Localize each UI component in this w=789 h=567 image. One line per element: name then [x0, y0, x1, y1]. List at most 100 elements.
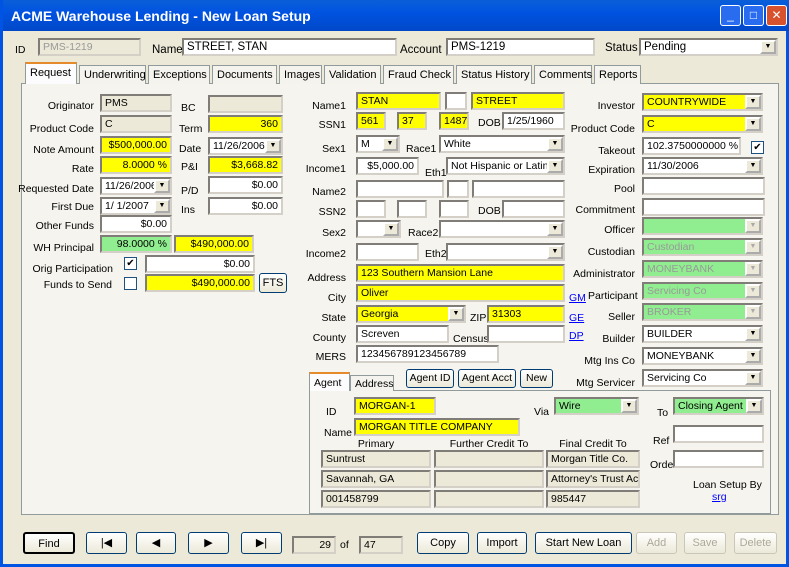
chevron-down-icon[interactable]: ▼	[745, 240, 761, 254]
ssn2-part2-field[interactable]	[397, 200, 427, 218]
administrator-select[interactable]: MONEYBANK ▼	[642, 260, 763, 278]
further-credit-bank-field[interactable]	[434, 450, 544, 468]
final-credit-number-field[interactable]: 985447	[546, 490, 640, 508]
chevron-down-icon[interactable]: ▼	[745, 95, 761, 109]
previous-record-button[interactable]: ◀	[136, 532, 176, 554]
wh-principal-amount-field[interactable]: $490,000.00	[174, 235, 254, 253]
last-record-button[interactable]: ▶|	[241, 532, 282, 554]
agent-id-field[interactable]: MORGAN-1	[354, 397, 436, 415]
takeout-checkbox[interactable]: ✔	[751, 141, 764, 154]
chevron-down-icon[interactable]: ▼	[547, 222, 563, 236]
chevron-down-icon[interactable]: ▼	[547, 245, 563, 259]
chevron-down-icon[interactable]: ▼	[621, 399, 637, 413]
funds-to-send-field[interactable]: $490,000.00	[145, 274, 255, 292]
first-due-picker[interactable]: 1/ 1/2007 ▼	[100, 197, 172, 215]
date-picker[interactable]: 11/26/2006 ▼	[208, 137, 283, 155]
primary-number-field[interactable]: 001458799	[321, 490, 431, 508]
zip-field[interactable]: 31303	[487, 305, 565, 323]
pool-field[interactable]	[642, 177, 765, 195]
chevron-down-icon[interactable]: ▼	[745, 284, 761, 298]
middle-initial1-field[interactable]	[445, 92, 467, 110]
census-field[interactable]	[487, 325, 565, 343]
record-number-field[interactable]: 29	[292, 536, 336, 554]
requested-date-picker[interactable]: 11/26/2006 ▼	[100, 177, 172, 195]
race2-select[interactable]: ▼	[439, 220, 565, 238]
chevron-down-icon[interactable]: ▼	[383, 222, 399, 236]
maximize-icon[interactable]: □	[743, 5, 764, 26]
chevron-down-icon[interactable]: ▼	[547, 159, 563, 173]
tab-agent[interactable]: Agent	[309, 372, 350, 391]
primary-bank-field[interactable]: Suntrust	[321, 450, 431, 468]
sex1-select[interactable]: M ▼	[356, 135, 400, 153]
pd-field[interactable]: $0.00	[208, 176, 283, 194]
dob1-field[interactable]: 1/25/1960	[502, 112, 565, 130]
close-icon[interactable]: ✕	[766, 5, 787, 26]
income1-field[interactable]: $5,000.00	[356, 157, 419, 175]
first-name2-field[interactable]	[356, 180, 444, 198]
orig-participation-field[interactable]: $0.00	[145, 255, 255, 273]
final-credit-account-name-field[interactable]: Attorney's Trust Acco	[546, 470, 640, 488]
further-credit-number-field[interactable]	[434, 490, 544, 508]
chevron-down-icon[interactable]: ▼	[745, 262, 761, 276]
tab-documents[interactable]: Documents	[212, 65, 277, 84]
chevron-down-icon[interactable]: ▼	[448, 307, 464, 321]
chevron-down-icon[interactable]: ▼	[746, 399, 762, 413]
builder-select[interactable]: BUILDER ▼	[642, 325, 763, 343]
mtg-servicer-select[interactable]: Servicing Co ▼	[642, 369, 763, 387]
term-field[interactable]: 360	[208, 115, 283, 133]
copy-button[interactable]: Copy	[417, 532, 469, 554]
agent-name-field[interactable]: MORGAN TITLE COMPANY	[354, 418, 520, 436]
investor-select[interactable]: COUNTRYWIDE ▼	[642, 93, 763, 111]
ins-field[interactable]: $0.00	[208, 197, 283, 215]
last-name1-field[interactable]: STREET	[471, 92, 565, 110]
chevron-down-icon[interactable]: ▼	[745, 159, 761, 173]
tab-underwriting[interactable]: Underwriting	[79, 65, 146, 84]
ssn2-part3-field[interactable]	[439, 200, 469, 218]
ssn1-part3-field[interactable]: 1487	[439, 112, 469, 130]
agent-id-button[interactable]: Agent ID	[406, 369, 454, 388]
tab-address[interactable]: Address	[350, 375, 394, 391]
ref-field[interactable]	[673, 425, 764, 443]
chevron-down-icon[interactable]: ▼	[154, 179, 170, 193]
seller-select[interactable]: BROKER ▼	[642, 303, 763, 321]
chevron-down-icon[interactable]: ▼	[154, 199, 170, 213]
pi-field[interactable]: $3,668.82	[208, 156, 283, 174]
chevron-down-icon[interactable]: ▼	[760, 40, 776, 54]
tab-status-history[interactable]: Status History	[456, 65, 532, 84]
takeout-field[interactable]: 102.3750000000 %	[642, 137, 741, 155]
other-funds-field[interactable]: $0.00	[100, 215, 172, 233]
bc-field[interactable]	[208, 95, 283, 113]
order-field[interactable]	[673, 450, 764, 468]
chevron-down-icon[interactable]: ▼	[745, 219, 761, 233]
chevron-down-icon[interactable]: ▼	[265, 139, 281, 153]
custodian-select[interactable]: Custodian ▼	[642, 238, 763, 256]
new-agent-button[interactable]: New	[520, 369, 553, 388]
chevron-down-icon[interactable]: ▼	[547, 137, 563, 151]
ssn1-part1-field[interactable]: 561	[356, 112, 386, 130]
first-record-button[interactable]: |◀	[86, 532, 127, 554]
chevron-down-icon[interactable]: ▼	[745, 327, 761, 341]
add-button[interactable]: Add	[636, 532, 677, 554]
county-field[interactable]: Screven	[356, 325, 449, 343]
dp-link[interactable]: DP	[569, 330, 584, 342]
eth2-select[interactable]: ▼	[446, 243, 565, 261]
chevron-down-icon[interactable]: ▼	[382, 137, 398, 151]
primary-city-field[interactable]: Savannah, GA	[321, 470, 431, 488]
investor-product-code-select[interactable]: C ▼	[642, 115, 763, 133]
state-select[interactable]: Georgia ▼	[356, 305, 466, 323]
last-name2-field[interactable]	[472, 180, 565, 198]
expiration-picker[interactable]: 11/30/2006 ▼	[642, 157, 763, 175]
delete-button[interactable]: Delete	[734, 532, 777, 554]
final-credit-bank-field[interactable]: Morgan Title Co.	[546, 450, 640, 468]
sex2-select[interactable]: ▼	[356, 220, 401, 238]
ge-link[interactable]: GE	[569, 312, 584, 324]
address-field[interactable]: 123 Southern Mansion Lane	[356, 264, 565, 282]
save-button[interactable]: Save	[684, 532, 726, 554]
funds-to-send-checkbox[interactable]	[124, 277, 137, 290]
middle-initial2-field[interactable]	[447, 180, 469, 198]
import-button[interactable]: Import	[477, 532, 527, 554]
gm-link[interactable]: GM	[569, 292, 586, 304]
next-record-button[interactable]: ▶	[188, 532, 229, 554]
participant-select[interactable]: Servicing Co ▼	[642, 282, 763, 300]
chevron-down-icon[interactable]: ▼	[745, 349, 761, 363]
